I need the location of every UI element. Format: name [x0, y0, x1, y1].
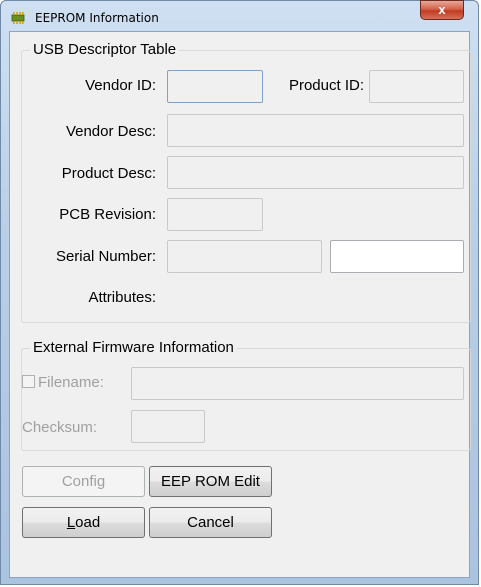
filename-checkbox[interactable] — [22, 375, 35, 388]
vendor-desc-label: Vendor Desc: — [65, 123, 156, 140]
serial-number-field[interactable] — [167, 240, 322, 273]
pcb-revision-field[interactable] — [167, 198, 263, 231]
pcb-revision-label: PCB Revision: — [59, 206, 156, 223]
filename-field[interactable] — [131, 367, 464, 400]
checksum-field[interactable] — [131, 410, 205, 443]
serial-number-label: Serial Number: — [55, 248, 156, 265]
load-button[interactable]: Load — [22, 507, 145, 538]
window-title: EEPROM Information — [35, 11, 159, 25]
eeprom-chip-icon — [11, 12, 25, 24]
filename-checkbox-label[interactable]: Filename: — [22, 374, 104, 391]
close-button[interactable]: x — [420, 0, 464, 20]
usb-descriptor-group-title: USB Descriptor Table — [30, 41, 180, 58]
eeprom-window: EEPROM Information x USB Descriptor Tabl… — [0, 0, 479, 585]
external-firmware-group-title: External Firmware Information — [30, 339, 237, 356]
serial-number-extra-field[interactable] — [330, 240, 464, 273]
dialog-client-area: USB Descriptor Table Vendor ID: Product … — [9, 31, 471, 578]
checksum-label: Checksum: — [22, 419, 98, 436]
cancel-button[interactable]: Cancel — [149, 507, 272, 538]
eeprom-edit-button[interactable]: EEP ROM Edit — [149, 466, 272, 497]
load-mnemonic: L — [66, 514, 76, 531]
config-button[interactable]: Config — [22, 466, 145, 497]
product-desc-label: Product Desc: — [61, 165, 156, 182]
close-icon: x — [438, 2, 446, 17]
product-desc-field[interactable] — [167, 156, 464, 189]
vendor-desc-field[interactable] — [167, 114, 464, 147]
vendor-id-label: Vendor ID: — [85, 77, 156, 94]
product-id-label: Product ID: — [288, 77, 364, 94]
attributes-label: Attributes: — [88, 289, 156, 306]
load-label-rest: oad — [75, 514, 101, 531]
vendor-id-field[interactable] — [167, 70, 263, 103]
product-id-field[interactable] — [369, 70, 464, 103]
filename-label: Filename: — [38, 374, 104, 391]
title-bar[interactable]: EEPROM Information x — [1, 0, 478, 33]
